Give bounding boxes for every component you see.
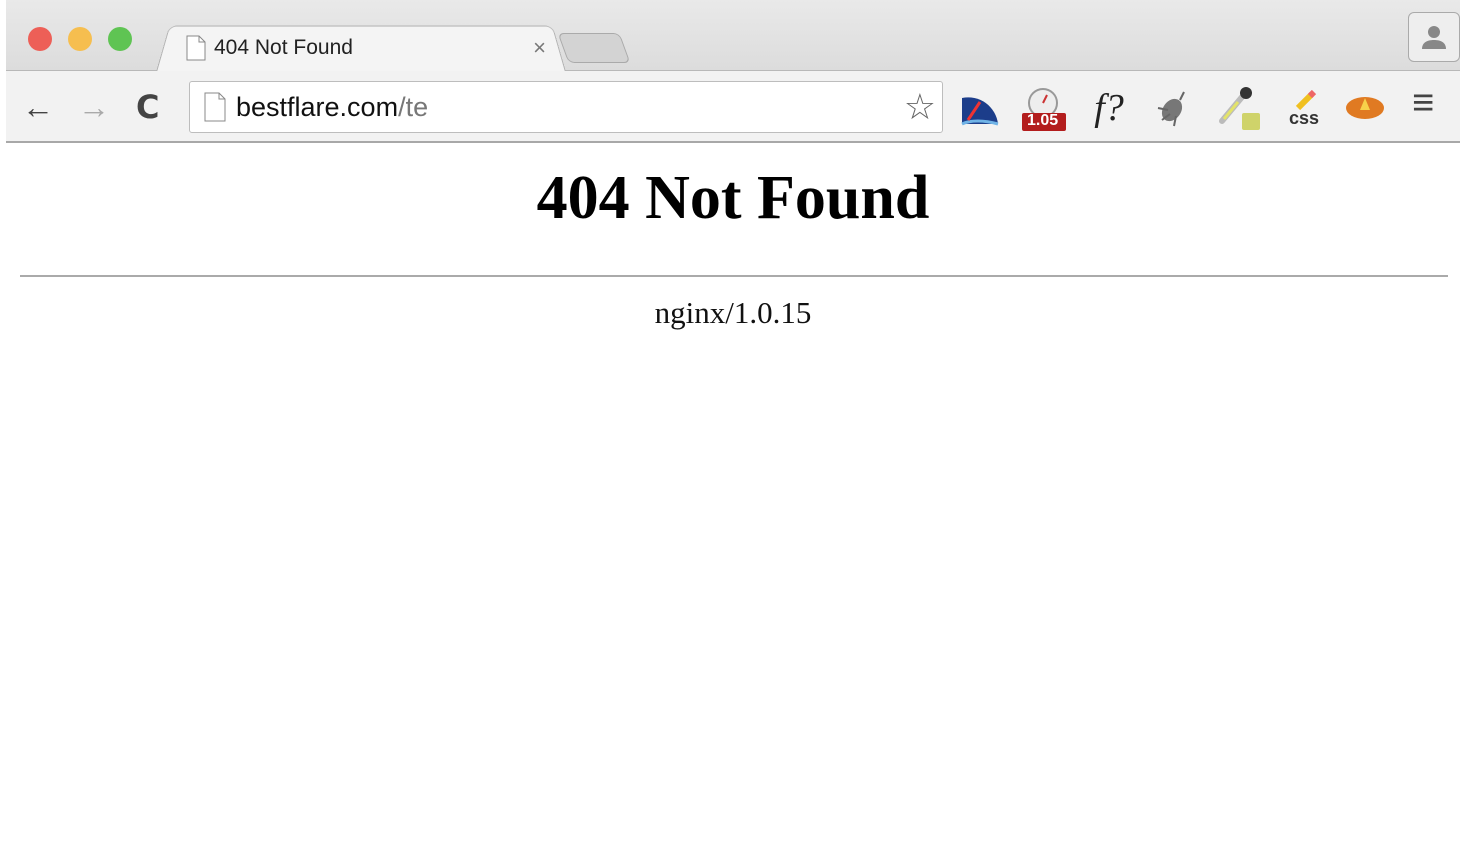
eyedropper-icon[interactable] [1216, 85, 1262, 131]
divider [20, 275, 1448, 277]
minimize-window-button[interactable] [68, 27, 92, 51]
page-icon [186, 35, 206, 61]
profile-button[interactable] [1408, 12, 1460, 62]
page-heading: 404 Not Found [536, 164, 930, 232]
tab-strip: 404 Not Found × [6, 0, 1460, 73]
reload-button[interactable]: C [136, 89, 159, 125]
font-question-icon[interactable]: f? [1086, 85, 1132, 131]
back-button[interactable]: ← [22, 89, 54, 125]
browser-window: 404 Not Found × ← → C bestflare.com/te ☆… [6, 0, 1460, 846]
css-label: css [1288, 108, 1320, 128]
stopwatch-icon[interactable]: 1.05 [1021, 85, 1067, 131]
address-bar[interactable]: bestflare.com/te ☆ [189, 81, 943, 133]
bug-icon[interactable] [1151, 85, 1197, 131]
zoom-window-button[interactable] [108, 27, 132, 51]
new-tab-button[interactable] [557, 33, 631, 63]
page-content: 404 Not Found nginx/1.0.15 [6, 145, 1460, 330]
tab-content[interactable]: 404 Not Found × [186, 30, 546, 66]
person-icon [1422, 26, 1446, 49]
bookmark-star-icon[interactable]: ☆ [904, 88, 936, 126]
font-question-label: f? [1094, 87, 1124, 129]
menu-icon[interactable]: ≡ [1412, 84, 1434, 122]
url-path: /te [398, 91, 429, 122]
page-icon [204, 92, 226, 122]
stopwatch-badge: 1.05 [1027, 112, 1059, 129]
tab-title: 404 Not Found [214, 36, 353, 59]
css-pencil-icon[interactable]: css [1281, 85, 1327, 131]
toolbar: ← → C bestflare.com/te ☆ 1.05 f? css ≡ [6, 71, 1460, 143]
close-window-button[interactable] [28, 27, 52, 51]
fire-bubble-icon[interactable] [1342, 85, 1388, 131]
tab-close-icon[interactable]: × [533, 35, 546, 61]
server-signature: nginx/1.0.15 [654, 295, 812, 330]
url-text[interactable]: bestflare.com/te [236, 92, 428, 123]
url-host: bestflare.com [236, 91, 399, 122]
forward-button[interactable]: → [78, 89, 110, 125]
speedometer-icon[interactable] [957, 85, 1003, 131]
